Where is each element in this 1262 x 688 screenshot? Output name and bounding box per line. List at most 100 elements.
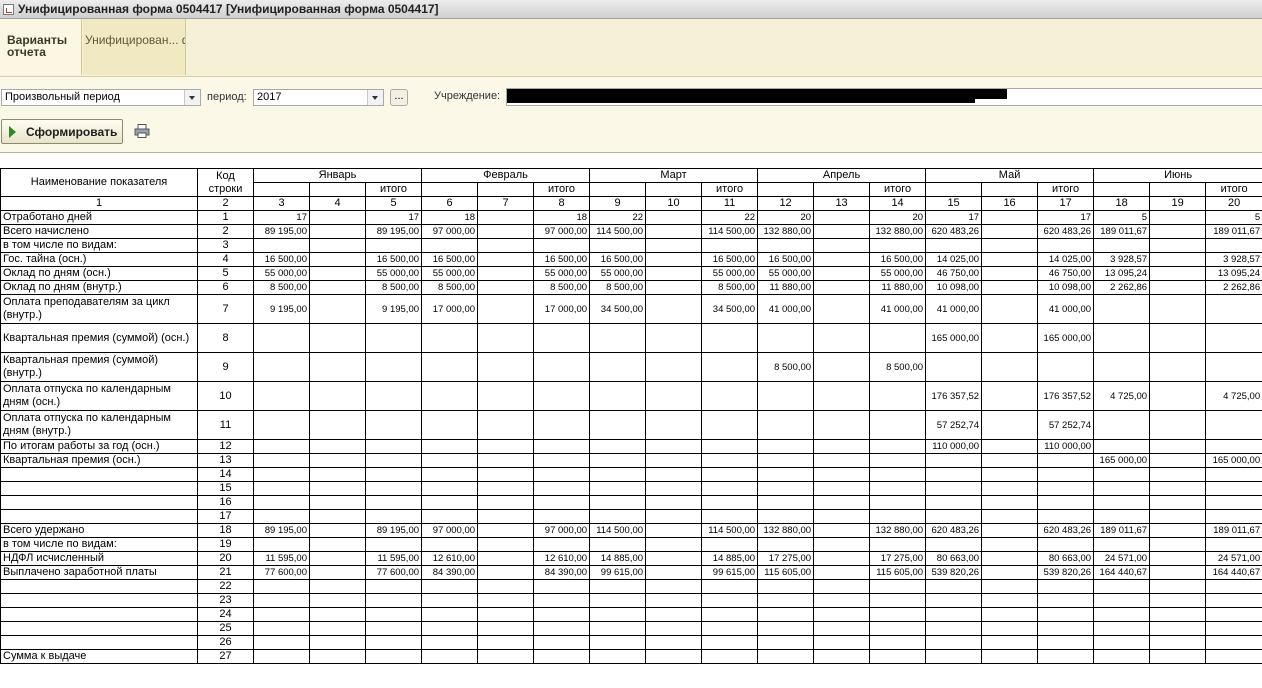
table-row[interactable]: 15 <box>0 481 1262 496</box>
subheader-cell <box>253 182 310 197</box>
table-row[interactable]: 16 <box>0 495 1262 510</box>
value-cell <box>421 635 479 650</box>
value-cell <box>701 481 759 496</box>
value-cell: 189 011,67 <box>1205 523 1262 538</box>
value-cell <box>1205 537 1262 552</box>
table-row[interactable]: Оплата отпуска по календарным дням (осн.… <box>0 381 1262 411</box>
value-cell <box>1149 593 1207 608</box>
value-cell <box>1205 495 1262 510</box>
period-value: 2017 <box>257 91 282 103</box>
table-row[interactable]: 22 <box>0 579 1262 594</box>
table-row[interactable]: Выплачено заработной платы 21 77 600,00 77 … <box>0 565 1262 580</box>
total-subheader: итого <box>533 182 591 197</box>
value-cell: 110 000,00 <box>925 439 983 454</box>
value-cell <box>477 607 535 622</box>
value-cell <box>477 551 535 566</box>
row-code: 14 <box>197 467 254 482</box>
value-cell <box>813 224 871 239</box>
value-cell <box>309 410 366 440</box>
table-row[interactable]: Всего удержано 18 89 195,00 89 195,00 97 000… <box>0 523 1262 538</box>
tab-report-variants[interactable]: Варианты отчета <box>0 19 82 75</box>
period-select[interactable]: 2017 <box>253 89 384 106</box>
table-row[interactable]: 24 <box>0 607 1262 622</box>
value-cell <box>309 453 366 468</box>
value-cell: 97 000,00 <box>533 224 591 239</box>
value-cell <box>645 635 703 650</box>
value-cell <box>701 649 759 664</box>
value-cell <box>1149 280 1207 295</box>
value-cell <box>477 495 535 510</box>
generate-button[interactable]: Сформировать <box>1 119 123 144</box>
table-row[interactable]: 14 <box>0 467 1262 482</box>
value-cell: 46 750,00 <box>925 266 983 281</box>
total-subheader: итого <box>1037 182 1095 197</box>
table-row[interactable]: 26 <box>0 635 1262 650</box>
table-row[interactable]: Оклад по дням (осн.) 5 55 000,00 55 000,00 5… <box>0 266 1262 281</box>
row-code: 26 <box>197 635 254 650</box>
table-row[interactable]: Оплата отпуска по календарным дням (внут… <box>0 410 1262 440</box>
table-row[interactable]: Квартальная премия (осн.) 13 165 000,00 165… <box>0 453 1262 468</box>
column-number: 10 <box>645 196 703 211</box>
table-row[interactable]: в том числе по видам: 19 <box>0 537 1262 552</box>
value-cell <box>253 579 310 594</box>
table-row[interactable]: Сумма к выдаче 27 <box>0 649 1262 664</box>
chevron-down-icon[interactable] <box>184 90 200 105</box>
period-type-select[interactable]: Произвольный период <box>1 89 201 106</box>
chevron-down-icon[interactable] <box>367 90 383 105</box>
table-row[interactable]: Квартальная премия (суммой) (внутр.) 9 8 5… <box>0 352 1262 382</box>
value-cell <box>421 453 479 468</box>
value-cell <box>981 621 1039 636</box>
value-cell <box>364 607 423 622</box>
choose-period-button[interactable]: ... <box>390 89 408 106</box>
print-icon[interactable] <box>134 124 150 138</box>
table-row[interactable]: Оклад по дням (внутр.) 6 8 500,00 8 500,00 8… <box>0 280 1262 295</box>
value-cell: 620 483,26 <box>1037 523 1095 538</box>
value-cell <box>1093 649 1151 664</box>
column-number: 14 <box>869 196 927 211</box>
value-cell <box>421 579 479 594</box>
institution-field[interactable] <box>506 88 1262 106</box>
value-cell <box>1149 352 1207 382</box>
table-row[interactable]: 17 <box>0 509 1262 524</box>
value-cell <box>981 210 1039 225</box>
indicator-name: Квартальная премия (осн.) <box>0 453 198 468</box>
value-cell <box>869 495 927 510</box>
value-cell <box>981 593 1039 608</box>
table-row[interactable]: По итогам работы за год (осн.) 12 110 000,… <box>0 439 1262 454</box>
value-cell <box>701 467 759 482</box>
value-cell <box>1149 252 1207 267</box>
value-cell <box>477 565 535 580</box>
value-cell <box>869 410 927 440</box>
value-cell: 55 000,00 <box>421 266 479 281</box>
value-cell <box>813 352 871 382</box>
value-cell <box>589 323 647 353</box>
table-row[interactable]: Всего начислено 2 89 195,00 89 195,00 97 000… <box>0 224 1262 239</box>
table-row[interactable]: 25 <box>0 621 1262 636</box>
value-cell: 12 610,00 <box>421 551 479 566</box>
column-number: 9 <box>589 196 647 211</box>
tab-form-0504417[interactable]: Унифицирован... форма 0504417 <box>83 19 186 75</box>
value-cell <box>533 495 591 510</box>
table-row[interactable]: НДФЛ исчисленный 20 11 595,00 11 595,00 12 6… <box>0 551 1262 566</box>
indicator-name: Оплата преподавателям за цикл (внутр.) <box>0 294 198 324</box>
value-cell <box>645 495 703 510</box>
value-cell <box>701 410 759 440</box>
value-cell <box>701 621 759 636</box>
table-row[interactable]: Отработано дней 1 17 17 18 18 22 22 20 20 17 17 5 5 <box>0 210 1262 225</box>
table-row[interactable]: Квартальная премия (суммой) (осн.) 8 165 0… <box>0 323 1262 353</box>
indicator-name <box>0 579 198 594</box>
value-cell: 80 663,00 <box>1037 551 1095 566</box>
report-sheet[interactable]: Наименование показателя Код строки Январь Ф… <box>0 153 1262 688</box>
value-cell <box>1149 467 1207 482</box>
indicator-name: Отработано дней <box>0 210 198 225</box>
value-cell <box>645 294 703 324</box>
value-cell <box>1149 565 1207 580</box>
table-row[interactable]: 23 <box>0 593 1262 608</box>
value-cell <box>645 579 703 594</box>
table-row[interactable]: в том числе по видам: 3 <box>0 238 1262 253</box>
value-cell <box>309 439 366 454</box>
table-row[interactable]: Оплата преподавателям за цикл (внутр.) 7 9… <box>0 294 1262 324</box>
table-row[interactable]: Гос. тайна (осн.) 4 16 500,00 16 500,00 16 5… <box>0 252 1262 267</box>
value-cell <box>813 649 871 664</box>
value-cell: 20 <box>757 210 815 225</box>
